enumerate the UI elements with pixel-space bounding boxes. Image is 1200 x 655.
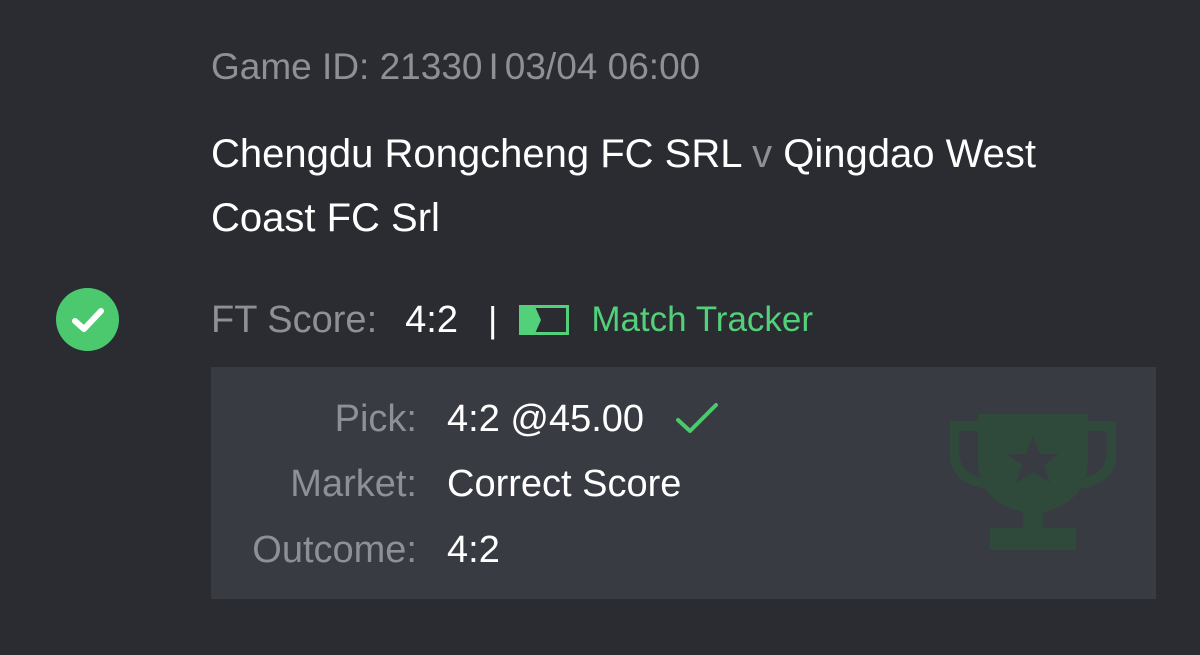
outcome-row: Outcome: 4:2 [211,525,500,575]
match-title[interactable]: Chengdu Rongcheng FC SRL v Qingdao West … [211,122,1151,250]
ft-score-label: FT Score: [211,298,378,341]
market-row: Market: Correct Score [211,459,681,509]
home-team: Chengdu Rongcheng FC SRL [211,132,741,176]
match-tracker-icon[interactable] [519,305,570,335]
meta-separator: I [488,46,499,87]
market-value: Correct Score [447,462,682,505]
outcome-value: 4:2 [447,528,500,571]
ft-score-row: FT Score: 4:2 | Match Tracker [211,296,813,344]
score-separator: | [487,299,498,340]
pick-label: Pick: [334,397,417,440]
outcome-label: Outcome: [252,528,417,571]
pick-value: 4:2 @45.00 [447,397,645,440]
versus-label: v [752,132,773,176]
check-icon [674,401,720,437]
game-id: Game ID: 21330 [211,46,483,87]
pick-row: Pick: 4:2 @45.00 [211,394,720,444]
market-label: Market: [290,462,417,505]
game-meta: Game ID: 21330 I 03/04 06:00 [211,46,700,88]
game-datetime: 03/04 06:00 [504,46,701,87]
trophy-icon [949,410,1117,552]
match-tracker-link[interactable]: Match Tracker [591,300,813,340]
ft-score-value: 4:2 [405,298,458,341]
check-circle-icon [56,288,119,351]
